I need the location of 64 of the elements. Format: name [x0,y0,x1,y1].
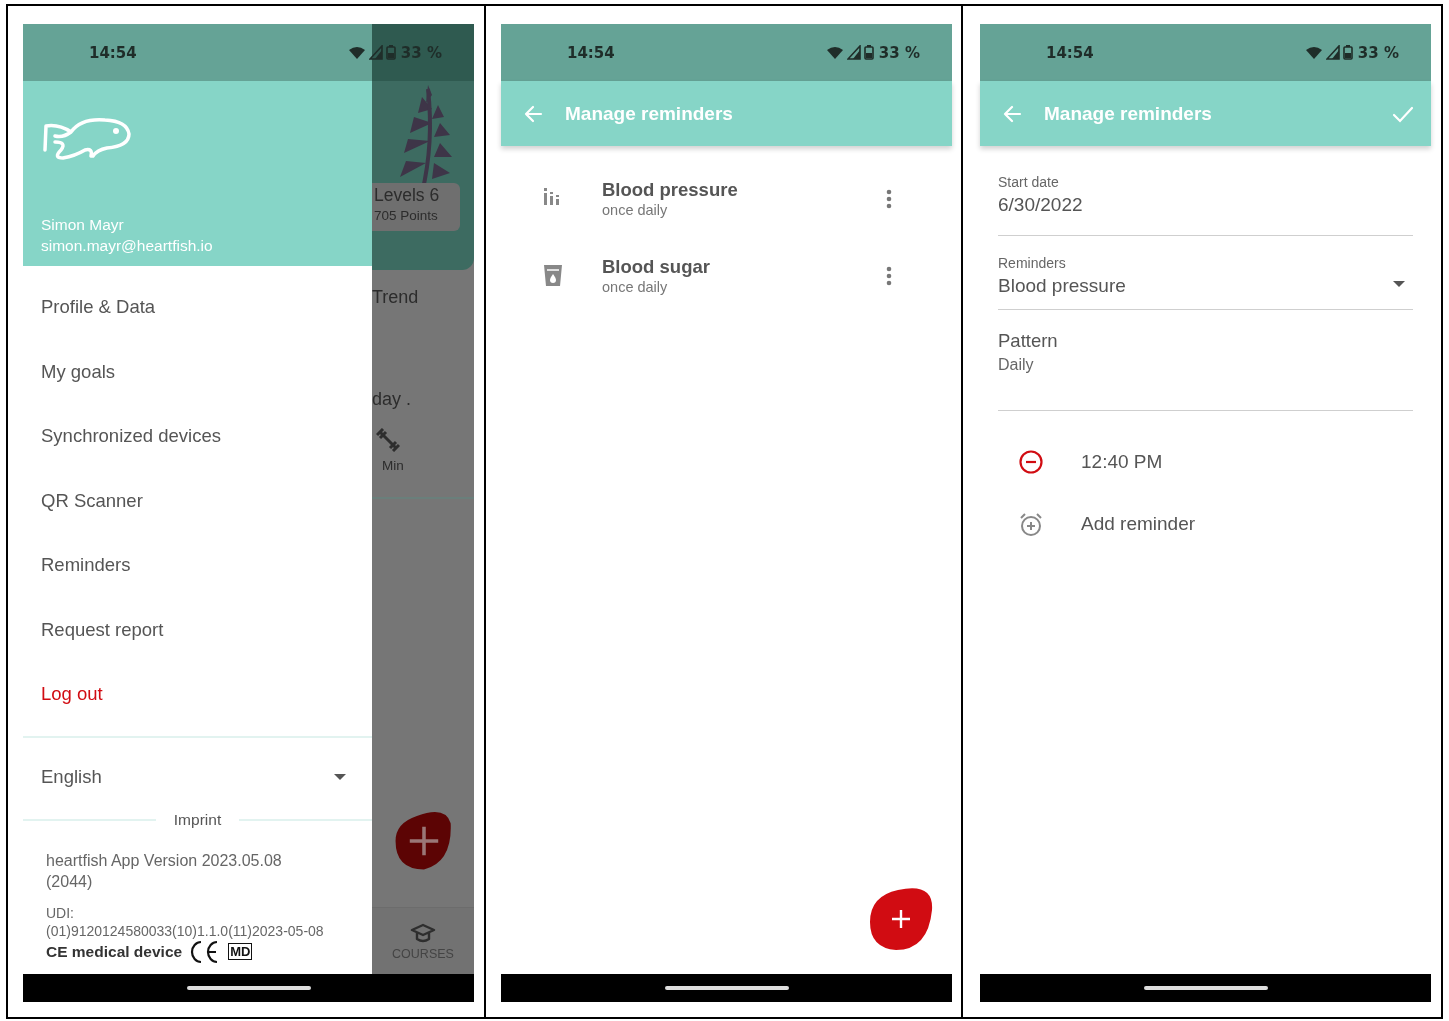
clock-time: 14:54 [89,43,137,62]
more-options-icon[interactable] [886,265,892,286]
reminder-frequency: once daily [602,279,669,295]
udi-code: (01)9120124580033(10)1.1.0(11)2023-05-08 [45,921,325,940]
reminder-time[interactable]: 12:40 PM [1081,451,1163,473]
dropdown-caret-icon [1393,281,1405,287]
menu-item[interactable]: My goals [23,339,372,404]
reminder-type-dropdown[interactable]: Reminders Blood pressure [998,236,1413,310]
cup-icon [543,264,563,287]
field-label: Reminders [998,255,1067,271]
menu-item[interactable]: Profile & Data [23,275,372,340]
signal-icon [368,45,383,60]
reminder-item[interactable]: Blood sugar once daily [501,237,952,314]
note-text: day . [372,389,412,410]
field-value: 6/30/2022 [998,194,1084,216]
logout-link[interactable]: Log out [23,662,372,727]
back-arrow-icon[interactable] [523,103,543,124]
dropdown-caret-icon [334,773,346,780]
battery-icon [1342,45,1353,60]
reminder-title: Blood sugar [602,256,711,278]
add-button-icon[interactable] [868,886,934,952]
menu-item[interactable]: Synchronized devices [23,404,372,469]
points-text: 705 Points [374,208,439,223]
date-field[interactable]: Start date 6/30/2022 [998,146,1413,236]
udi-label: UDI: [45,903,75,922]
clock-time: 14:54 [567,43,615,62]
more-options-icon[interactable] [886,188,892,209]
field-value: Blood pressure [998,275,1126,297]
field-label: Start date [998,174,1060,190]
menu-item[interactable]: Request report [23,597,372,662]
graduation-cap-icon[interactable] [410,921,436,943]
user-name: Simon Mayr [41,215,125,235]
app-version-text: heartfish App Version 2023.05.08 (2044) [45,850,283,892]
wifi-icon [825,45,844,60]
battery-level-text: 33 % [878,43,920,62]
md-mark: MD [228,943,253,960]
screen-title: Manage reminders [565,102,734,125]
menu-item[interactable]: Reminders [23,533,372,598]
screen-title: Manage reminders [1044,102,1213,125]
field-value: Daily [998,356,1035,374]
reminder-item[interactable]: Blood pressure once daily [501,160,952,237]
menu-item[interactable]: QR Scanner [23,468,372,533]
dumbbell-icon [376,428,400,452]
remove-icon[interactable] [1019,450,1043,474]
user-email: simon.mayr@heartfish.io [41,236,214,256]
field-label: Pattern [998,330,1059,352]
signal-icon [846,45,861,60]
duration-text: Min [382,458,404,473]
reminder-title: Blood pressure [602,179,739,201]
certification-text: CE medical device [46,942,183,961]
battery-icon [863,45,874,60]
section-title: Trend [372,287,419,308]
signal-icon [1325,45,1340,60]
pattern-field[interactable]: Pattern Daily [998,310,1413,411]
clock-time: 14:54 [1046,43,1094,62]
level-text: Levels 6 [374,185,441,206]
add-reminder-button[interactable]: Add reminder [1081,513,1196,535]
battery-icon [385,45,396,60]
wifi-icon [1304,45,1323,60]
alarm-clock-add-icon[interactable] [1019,512,1043,536]
back-arrow-icon[interactable] [1002,103,1022,124]
battery-level-text: 33 % [1357,43,1399,62]
wifi-icon [347,45,366,60]
reminder-frequency: once daily [602,202,669,218]
